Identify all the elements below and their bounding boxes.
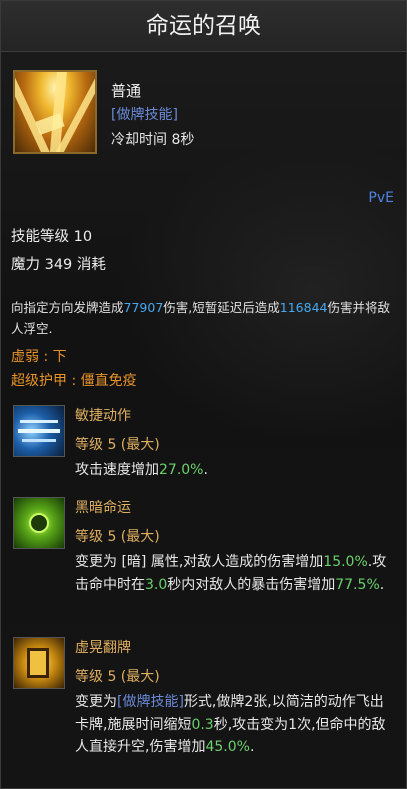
- rune-name: 虚晃翻牌: [75, 640, 131, 656]
- rune-description: 变更为[做牌技能]形式,做牌2张,以简洁的动作飞出卡牌,施展时间缩短0.3秒,攻…: [75, 694, 386, 755]
- rune-name: 黑暗命运: [75, 500, 131, 516]
- dark-sun-icon: [13, 497, 65, 549]
- tooltip-title: 命运的召唤: [1, 1, 406, 52]
- card-light-icon: [13, 70, 97, 154]
- blue-dash-icon: [13, 405, 65, 457]
- damage-value-2: 116844: [279, 300, 328, 315]
- weak-stat: 虚弱 : 下: [11, 349, 67, 365]
- rune-name: 敏捷动作: [75, 408, 131, 424]
- rune-description: 变更为 [暗] 属性,对敌人造成的伤害增加15.0%.攻击命中时在3.0秒内对敌…: [75, 554, 387, 593]
- damage-value-1: 77907: [123, 300, 164, 315]
- rune-level: 等级 5 (最大): [75, 669, 160, 685]
- rune-level: 等级 5 (最大): [75, 529, 160, 545]
- skill-description: 向指定方向发牌造成77907伤害,短暂延迟后造成116844伤害并将敌人浮空.: [11, 300, 390, 336]
- golden-card-icon: [13, 637, 65, 689]
- skill-tag: [做牌技能]: [111, 107, 178, 123]
- background-shade: [116, 141, 406, 441]
- skill-type: 普通: [111, 82, 142, 100]
- cooldown-text: 冷却时间 8秒: [111, 132, 195, 148]
- skill-tooltip: 命运的召唤 普通 [做牌技能] 冷却时间 8秒 PvE 技能等级 10 魔力 3…: [0, 0, 407, 789]
- mode-badge: PvE: [368, 190, 394, 206]
- mana-cost: 魔力 349 消耗: [11, 257, 106, 273]
- super-armor-stat: 超级护甲 : 僵直免疫: [11, 373, 137, 389]
- skill-header: 普通 [做牌技能] 冷却时间 8秒: [1, 52, 406, 172]
- skill-level: 技能等级 10: [11, 229, 93, 245]
- rune-description: 攻击速度增加27.0%.: [75, 462, 208, 478]
- rune-level: 等级 5 (最大): [75, 437, 160, 453]
